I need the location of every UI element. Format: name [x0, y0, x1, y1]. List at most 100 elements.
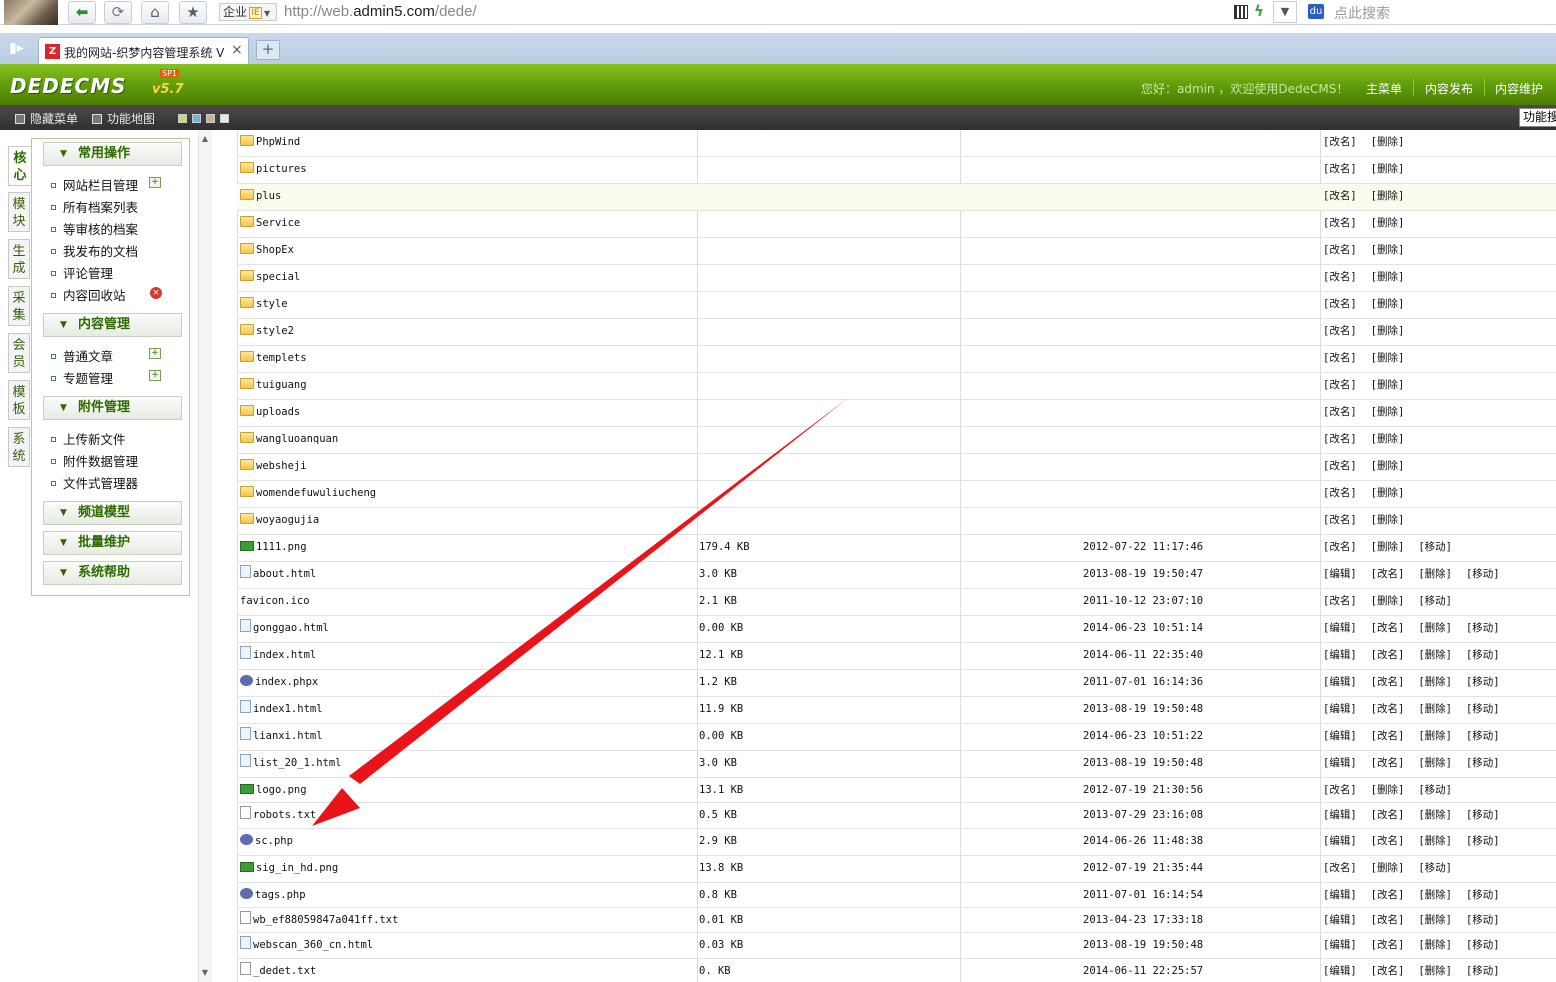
side-tab[interactable]: 系统 — [8, 427, 30, 467]
file-name-link[interactable]: tuiguang — [256, 379, 307, 391]
file-name-link[interactable]: webscan_360_cn.html — [253, 939, 373, 951]
menu-item[interactable]: 文件式管理器 — [51, 473, 138, 492]
delete-link[interactable]: [删除] — [1371, 352, 1405, 364]
qr-code-icon[interactable] — [1234, 5, 1248, 19]
move-link[interactable]: [移动] — [1418, 862, 1452, 874]
rename-link[interactable]: [改名] — [1323, 379, 1357, 391]
edit-link[interactable]: [编辑] — [1323, 676, 1357, 688]
delete-link[interactable]: [删除] — [1371, 487, 1405, 499]
move-link[interactable]: [移动] — [1466, 965, 1500, 977]
rename-link[interactable]: [改名] — [1323, 190, 1357, 202]
move-link[interactable]: [移动] — [1466, 835, 1500, 847]
file-name-link[interactable]: womendefuwuliucheng — [256, 487, 376, 499]
delete-link[interactable]: [删除] — [1418, 757, 1452, 769]
rename-link[interactable]: [改名] — [1323, 541, 1357, 553]
rename-link[interactable]: [改名] — [1323, 406, 1357, 418]
file-name-link[interactable]: index.html — [253, 649, 316, 661]
menu-item[interactable]: 普通文章 — [51, 346, 113, 365]
function-search-input[interactable]: 功能搜 — [1519, 108, 1556, 127]
move-link[interactable]: [移动] — [1466, 649, 1500, 661]
edit-link[interactable]: [编辑] — [1323, 622, 1357, 634]
file-name-link[interactable]: uploads — [256, 406, 300, 418]
rename-link[interactable]: [改名] — [1371, 965, 1405, 977]
rename-link[interactable]: [改名] — [1371, 649, 1405, 661]
menu-group-header[interactable]: ▼ 附件管理 — [43, 396, 182, 420]
side-tab[interactable]: 生成 — [8, 239, 30, 279]
rename-link[interactable]: [改名] — [1323, 514, 1357, 526]
move-link[interactable]: [移动] — [1466, 703, 1500, 715]
rename-link[interactable]: [改名] — [1323, 136, 1357, 148]
add-icon[interactable]: + — [149, 370, 161, 381]
delete-link[interactable]: [删除] — [1371, 784, 1405, 796]
delete-link[interactable]: [删除] — [1371, 541, 1405, 553]
new-tab-button[interactable]: + — [256, 40, 280, 60]
edit-link[interactable]: [编辑] — [1323, 568, 1357, 580]
rename-link[interactable]: [改名] — [1371, 568, 1405, 580]
file-name-link[interactable]: _dedet.txt — [253, 965, 316, 977]
rename-link[interactable]: [改名] — [1323, 433, 1357, 445]
rename-link[interactable]: [改名] — [1323, 163, 1357, 175]
topmenu-publish[interactable]: 内容发布 — [1425, 80, 1473, 97]
favorites-button[interactable]: ★ — [179, 1, 207, 24]
file-name-link[interactable]: logo.png — [256, 784, 307, 796]
delete-link[interactable]: [删除] — [1371, 595, 1405, 607]
rename-link[interactable]: [改名] — [1371, 622, 1405, 634]
delete-link[interactable]: [删除] — [1371, 514, 1405, 526]
file-name-link[interactable]: Service — [256, 217, 300, 229]
back-button[interactable]: ⬅ — [68, 1, 96, 24]
rename-link[interactable]: [改名] — [1323, 487, 1357, 499]
move-link[interactable]: [移动] — [1418, 595, 1452, 607]
speed-mode-icon[interactable]: ϟ — [1254, 2, 1264, 20]
delete-link[interactable]: [删除] — [1371, 460, 1405, 472]
rename-link[interactable]: [改名] — [1371, 835, 1405, 847]
edit-link[interactable]: [编辑] — [1323, 939, 1357, 951]
menu-item[interactable]: 评论管理 — [51, 263, 113, 282]
delete-link[interactable]: [删除] — [1371, 190, 1405, 202]
tab-close-button[interactable]: × — [231, 42, 243, 58]
file-name-link[interactable]: wb_ef88059847a041ff.txt — [253, 914, 398, 926]
home-button[interactable]: ⌂ — [141, 1, 169, 24]
delete-link[interactable]: [删除] — [1371, 862, 1405, 874]
delete-link[interactable]: [删除] — [1418, 730, 1452, 742]
skin-swatch-4[interactable] — [220, 114, 229, 123]
delete-link[interactable]: [删除] — [1371, 325, 1405, 337]
rename-link[interactable]: [改名] — [1323, 784, 1357, 796]
file-name-link[interactable]: websheji — [256, 460, 307, 472]
move-link[interactable]: [移动] — [1466, 809, 1500, 821]
rename-link[interactable]: [改名] — [1371, 809, 1405, 821]
delete-link[interactable]: [删除] — [1418, 809, 1452, 821]
menu-item[interactable]: 所有档案列表 — [51, 197, 138, 216]
menu-item[interactable]: 上传新文件 — [51, 429, 126, 448]
file-name-link[interactable]: style — [256, 298, 288, 310]
rename-link[interactable]: [改名] — [1371, 889, 1405, 901]
topmenu-main[interactable]: 主菜单 — [1366, 80, 1402, 97]
file-name-link[interactable]: about.html — [253, 568, 316, 580]
delete-link[interactable]: [删除] — [1418, 676, 1452, 688]
scroll-up-arrow-icon[interactable]: ▲ — [198, 134, 212, 143]
move-link[interactable]: [移动] — [1466, 568, 1500, 580]
edit-link[interactable]: [编辑] — [1323, 649, 1357, 661]
file-name-link[interactable]: pictures — [256, 163, 307, 175]
rename-link[interactable]: [改名] — [1371, 914, 1405, 926]
move-link[interactable]: [移动] — [1466, 757, 1500, 769]
side-tab[interactable]: 采集 — [8, 286, 30, 326]
menu-item[interactable]: 等审核的档案 — [51, 219, 138, 238]
rename-link[interactable]: [改名] — [1371, 703, 1405, 715]
delete-link[interactable]: [删除] — [1418, 568, 1452, 580]
refresh-button[interactable]: ⟳ — [104, 1, 132, 24]
rename-link[interactable]: [改名] — [1323, 298, 1357, 310]
file-name-link[interactable]: 1111.png — [256, 541, 307, 553]
empty-recycle-icon[interactable]: × — [150, 287, 162, 299]
rename-link[interactable]: [改名] — [1323, 217, 1357, 229]
delete-link[interactable]: [删除] — [1371, 163, 1405, 175]
left-scrollbar[interactable] — [198, 130, 212, 982]
delete-link[interactable]: [删除] — [1371, 406, 1405, 418]
menu-item[interactable]: 网站栏目管理 — [51, 175, 138, 194]
file-name-link[interactable]: robots.txt — [253, 809, 316, 821]
rename-link[interactable]: [改名] — [1323, 271, 1357, 283]
move-link[interactable]: [移动] — [1466, 914, 1500, 926]
file-name-link[interactable]: index.phpx — [255, 676, 318, 688]
file-name-link[interactable]: wangluoanquan — [256, 433, 338, 445]
rename-link[interactable]: [改名] — [1323, 325, 1357, 337]
delete-link[interactable]: [删除] — [1371, 379, 1405, 391]
